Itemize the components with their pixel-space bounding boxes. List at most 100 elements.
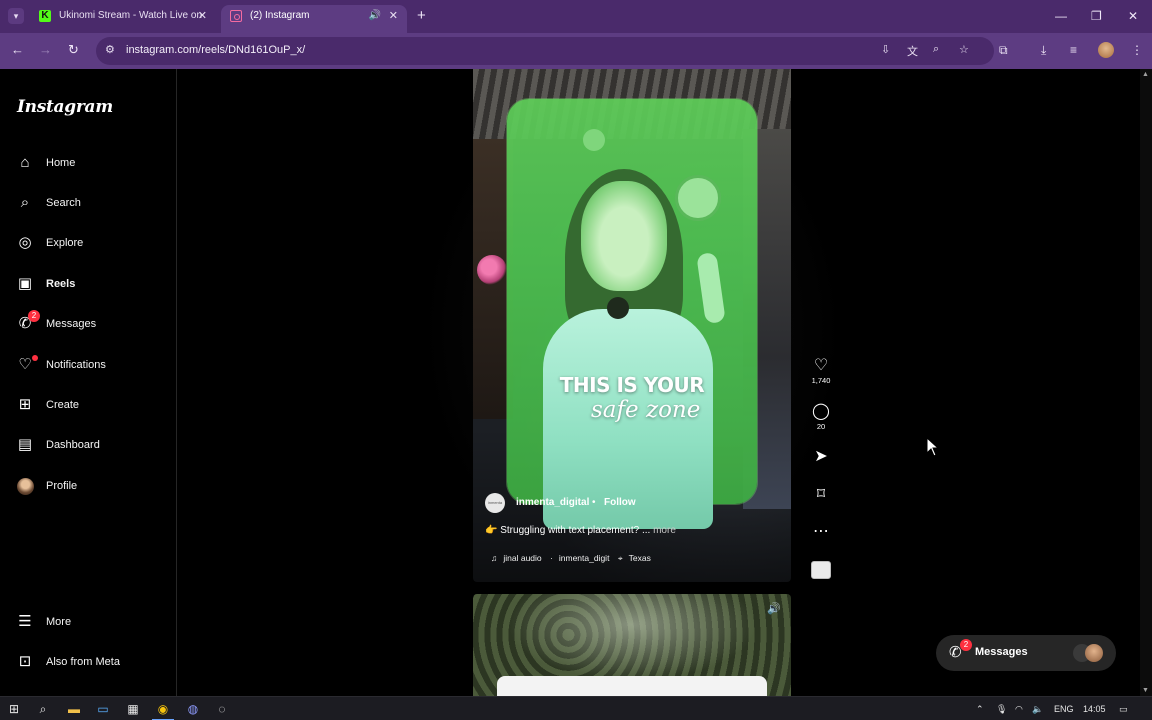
search-icon[interactable]: ⌕ <box>35 701 51 717</box>
tab-instagram[interactable]: (2) Instagram 🔊 ✕ <box>221 5 407 33</box>
window-close-icon[interactable]: ✕ <box>1128 6 1138 26</box>
tab-title: (2) Instagram <box>250 10 310 21</box>
floating-messages-button[interactable]: ✆ 2 Messages <box>936 635 1116 671</box>
close-tab-icon[interactable]: ✕ <box>198 5 207 27</box>
comment-button[interactable]: ◯ 20 <box>809 402 833 432</box>
search-icon: ⌕ <box>20 194 30 211</box>
sidebar-item-explore[interactable]: ◎ Explore <box>16 232 166 254</box>
chrome-icon[interactable]: ◉ <box>152 701 174 720</box>
restore-icon[interactable]: ❐ <box>1091 6 1102 26</box>
instagram-icon <box>230 10 242 22</box>
more-dots-icon: ⋯ <box>813 523 829 540</box>
bookmark-star-icon[interactable]: ☆ <box>959 43 969 56</box>
tab-title: Ukinomi Stream - Watch Live on <box>59 10 203 21</box>
send-icon: ➤ <box>814 448 828 465</box>
sidebar-item-messages[interactable]: ✆ 2 Messages <box>16 310 166 335</box>
sidebar-item-label: Search <box>46 197 81 209</box>
audio-separator: · <box>550 553 553 563</box>
sidebar-item-label: Messages <box>46 318 97 330</box>
browser-menu-icon[interactable]: ⋮ <box>1131 42 1143 58</box>
tab-search-button[interactable]: ▾ <box>8 8 24 24</box>
site-settings-icon[interactable]: ⚙ <box>105 43 115 56</box>
forward-arrow-icon[interactable]: → <box>39 41 52 59</box>
save-button[interactable]: ⌑ <box>809 485 833 505</box>
tab-ukinomi-stream[interactable]: K Ukinomi Stream - Watch Live on ✕ <box>30 5 216 33</box>
sidebar-item-reels[interactable]: ▣ Reels <box>16 273 166 295</box>
address-bar[interactable]: ⚙ instagram.com/reels/DNd161OuP_x/ ⇩ 文 ⌕… <box>96 37 994 65</box>
store-icon[interactable]: ▦ <box>125 701 141 717</box>
follow-button[interactable]: Follow <box>604 493 636 513</box>
file-explorer-icon[interactable]: ▬ <box>66 701 82 717</box>
volume-icon[interactable]: 🔈 <box>1032 702 1043 716</box>
volume-icon[interactable]: 🔊 <box>767 602 781 615</box>
next-reel-video[interactable]: 🔊 <box>473 594 791 696</box>
reel-video[interactable]: THIS IS YOUR safe zone inmenta inmenta_d… <box>473 69 791 582</box>
audio-thumbnail[interactable] <box>811 561 831 579</box>
video-person-face <box>581 181 667 291</box>
avatar <box>17 478 34 495</box>
instagram-logo[interactable]: Instagram <box>17 97 113 117</box>
like-button[interactable]: ♡ 1,740 <box>809 356 833 386</box>
scroll-up-icon[interactable]: ▲ <box>1142 71 1149 78</box>
sidebar-item-dashboard[interactable]: ▤ Dashboard <box>16 434 166 456</box>
browser-tab-bar: ▾ K Ukinomi Stream - Watch Live on ✕ (2)… <box>0 0 1152 33</box>
video-flowers <box>477 255 507 285</box>
reel-caption[interactable]: 👉 Struggling with text placement? ... mo… <box>485 525 676 536</box>
bookmark-icon: ⌑ <box>816 486 826 503</box>
clock[interactable]: 14:05 <box>1083 702 1106 716</box>
page-scrollbar[interactable]: ▲ ▼ <box>1140 69 1152 696</box>
app-icon[interactable]: ◌ <box>214 701 230 717</box>
tray-chevron-icon[interactable]: ⌃ <box>976 702 984 716</box>
dashboard-icon: ▤ <box>17 436 33 453</box>
sidebar-item-label: Reels <box>46 278 76 290</box>
sidebar-item-notifications[interactable]: ♡ Notifications <box>16 354 166 376</box>
downloads-icon[interactable]: ⤓ <box>1041 42 1046 58</box>
heart-icon: ♡ <box>813 357 829 374</box>
media-controls-icon[interactable]: ≡ <box>1070 42 1077 58</box>
plus-square-icon: ⊞ <box>18 396 32 413</box>
author-username[interactable]: inmenta_digital <box>516 493 589 513</box>
minimize-icon[interactable]: — <box>1055 6 1067 26</box>
microphone-icon[interactable]: 🎙 <box>996 702 1007 716</box>
back-arrow-icon[interactable]: ← <box>11 41 24 59</box>
author-avatar[interactable]: inmenta <box>485 493 505 513</box>
caption-emoji: 👉 <box>485 525 498 536</box>
wifi-icon[interactable]: ◠ <box>1015 702 1023 716</box>
location-text[interactable]: Texas <box>629 553 651 563</box>
share-button[interactable]: ➤ <box>809 447 833 467</box>
scroll-down-icon[interactable]: ▼ <box>1142 687 1149 694</box>
sidebar-item-profile[interactable]: Profile <box>16 475 166 497</box>
close-tab-icon[interactable]: ✕ <box>389 5 398 27</box>
speaker-icon[interactable]: 🔊 <box>369 5 381 27</box>
extensions-icon[interactable]: ⧉ <box>999 42 1008 58</box>
windows-start-icon[interactable]: ⊞ <box>6 701 22 717</box>
sidebar-item-label: Dashboard <box>46 439 100 451</box>
url-text[interactable]: instagram.com/reels/DNd161OuP_x/ <box>126 44 305 56</box>
location-pin-icon: ⌖ <box>617 553 623 563</box>
menu-icon: ☰ <box>18 613 32 630</box>
more-options-button[interactable]: ⋯ <box>809 522 833 542</box>
sidebar-item-also-from-meta[interactable]: ⊡ Also from Meta <box>16 651 166 673</box>
new-tab-button[interactable]: + <box>417 6 426 26</box>
language-indicator[interactable]: ENG <box>1054 702 1074 716</box>
translate-icon[interactable]: 文 <box>907 43 918 59</box>
reload-icon[interactable]: ↻ <box>68 41 79 59</box>
install-app-icon[interactable]: ⇩ <box>881 43 890 56</box>
caption-more-link[interactable]: more <box>653 525 676 536</box>
desktop-icon[interactable]: ▭ <box>95 701 111 717</box>
browser-toolbar: ← → ↻ ⚙ instagram.com/reels/DNd161OuP_x/… <box>0 33 1152 69</box>
discord-icon[interactable]: ◍ <box>185 701 201 717</box>
sidebar-item-more[interactable]: ☰ More <box>16 611 166 633</box>
sidebar-item-label: Explore <box>46 237 84 249</box>
zoom-icon[interactable]: ⌕ <box>933 43 939 56</box>
sidebar-item-search[interactable]: ⌕ Search <box>16 192 166 214</box>
sidebar-item-home[interactable]: ⌂ Home <box>16 152 166 174</box>
reel-meta-row: ♫ jinal audio · inmenta_digit ⌖ Texas <box>491 553 657 564</box>
audio-title[interactable]: jinal audio <box>503 553 541 563</box>
sidebar-item-create[interactable]: ⊞ Create <box>16 394 166 416</box>
browser-profile-avatar[interactable] <box>1098 42 1114 58</box>
notification-center-icon[interactable]: ▭ <box>1119 702 1128 716</box>
music-note-icon: ♫ <box>491 553 498 563</box>
audio-author[interactable]: inmenta_digit <box>559 553 610 563</box>
avatar <box>1085 644 1103 662</box>
